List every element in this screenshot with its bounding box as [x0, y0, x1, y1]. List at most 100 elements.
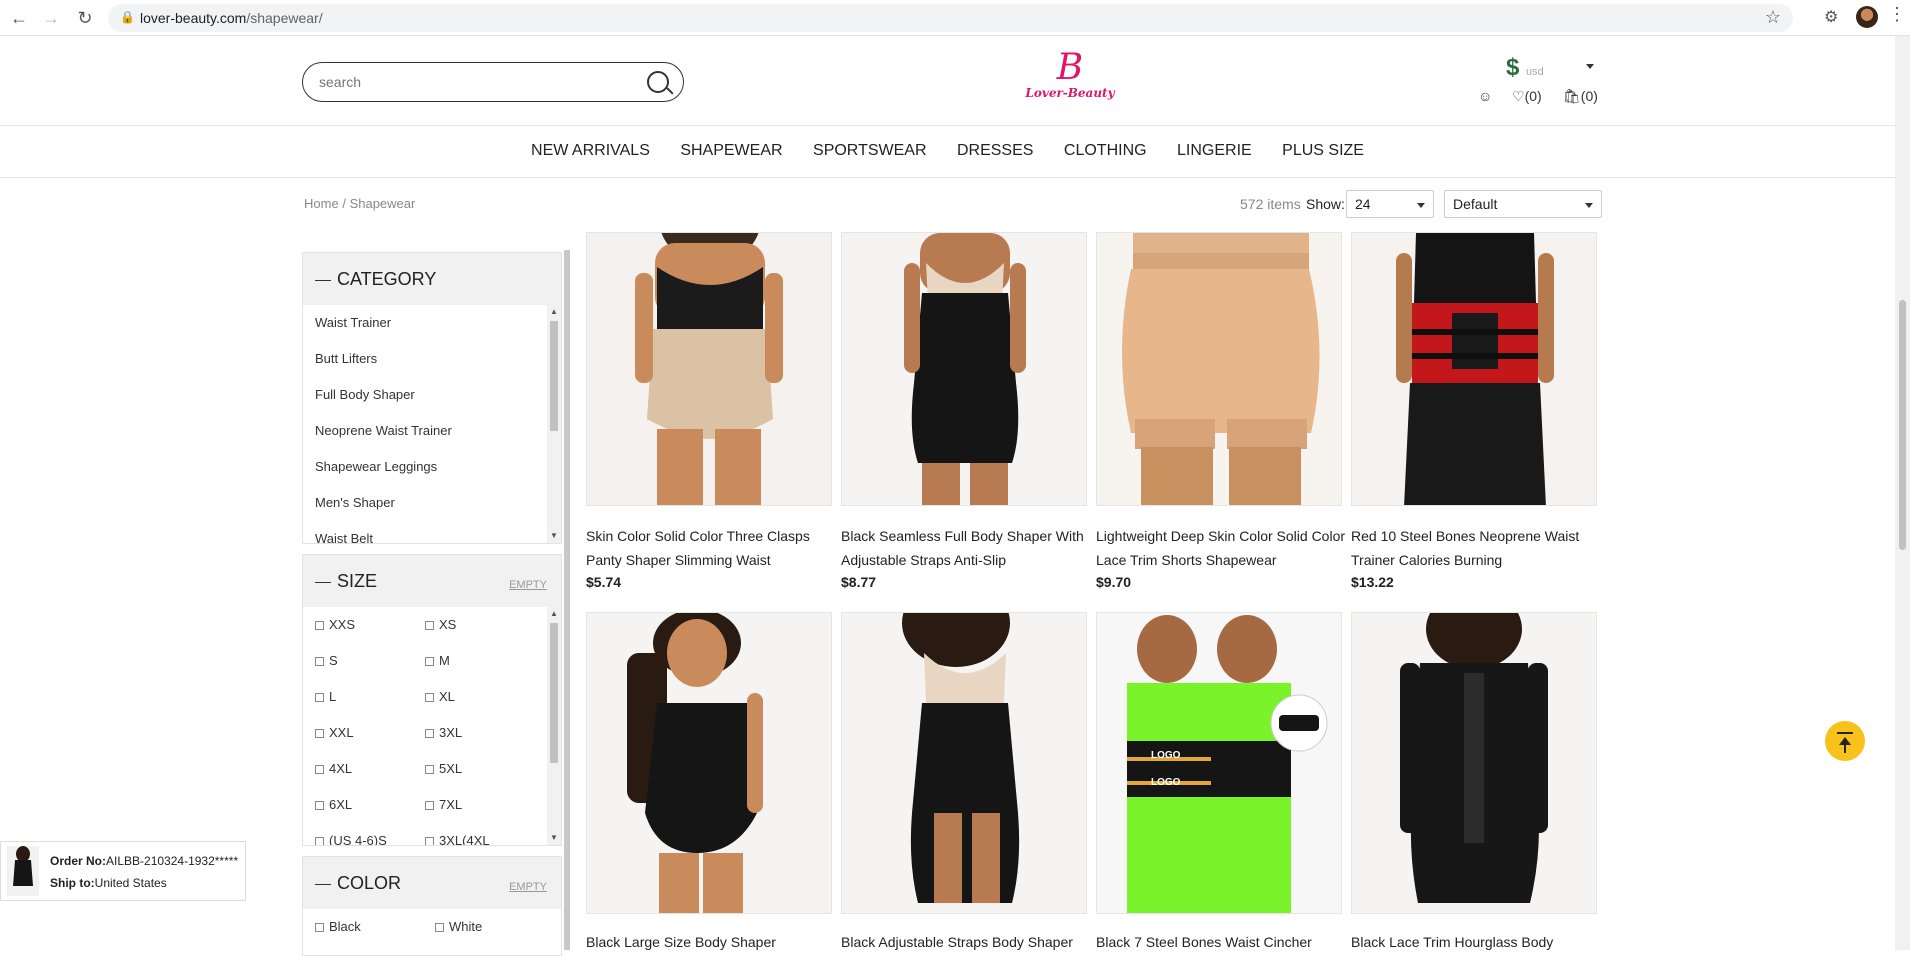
order-notification[interactable]: Order No:AILBB-210324-1932***** Ship to:…: [0, 841, 246, 901]
product-image[interactable]: [1096, 232, 1342, 506]
page-scrollbar-thumb[interactable]: [1899, 300, 1906, 550]
model-photo: [587, 613, 831, 913]
breadcrumb-home[interactable]: Home: [304, 196, 339, 211]
checkbox[interactable]: [435, 923, 444, 933]
product-image[interactable]: [586, 232, 832, 506]
search-box[interactable]: [302, 62, 684, 102]
category-item[interactable]: Neoprene Waist Trainer: [315, 423, 452, 438]
size-option[interactable]: XL: [425, 689, 455, 704]
category-item[interactable]: Waist Belt: [315, 531, 373, 543]
product-image[interactable]: [586, 612, 832, 914]
checkbox[interactable]: [425, 729, 434, 739]
color-option[interactable]: White: [435, 919, 482, 934]
scroll-up-icon[interactable]: ▲: [550, 307, 558, 316]
sidebar-scroll-thumb[interactable]: [564, 250, 570, 950]
scroll-down-icon[interactable]: ▼: [550, 833, 558, 842]
checkbox[interactable]: [315, 765, 324, 775]
product-image[interactable]: [841, 612, 1087, 914]
size-option[interactable]: S: [315, 653, 338, 668]
wishlist-button[interactable]: ♡(0): [1512, 88, 1542, 105]
site-logo[interactable]: B Lover-Beauty: [1020, 50, 1120, 106]
forward-arrow-icon[interactable]: →: [40, 7, 62, 29]
size-scrollbar[interactable]: ▲ ▼: [547, 607, 561, 845]
checkbox[interactable]: [425, 801, 434, 811]
size-scroll-thumb[interactable]: [550, 623, 558, 763]
size-option[interactable]: XXL: [315, 725, 354, 740]
product-image[interactable]: LOGO LOGO: [1096, 612, 1342, 914]
profile-avatar[interactable]: [1856, 6, 1878, 28]
scroll-up-icon[interactable]: ▲: [550, 609, 558, 618]
search-icon[interactable]: [647, 71, 669, 93]
checkbox[interactable]: [315, 923, 324, 933]
checkbox[interactable]: [425, 837, 434, 845]
size-option[interactable]: M: [425, 653, 450, 668]
chevron-down-icon[interactable]: [1586, 64, 1594, 69]
product-name[interactable]: Black Large Size Body Shaper: [586, 930, 836, 954]
checkbox[interactable]: [315, 729, 324, 739]
size-option[interactable]: (US 4-6)S: [315, 833, 387, 845]
checkbox[interactable]: [425, 693, 434, 703]
category-item[interactable]: Waist Trainer: [315, 315, 391, 330]
user-icon[interactable]: ☺: [1478, 88, 1492, 104]
category-header[interactable]: CATEGORY: [303, 253, 561, 305]
product-name[interactable]: Skin Color Solid Color Three Clasps Pant…: [586, 524, 836, 572]
size-option[interactable]: XXS: [315, 617, 355, 632]
reload-icon[interactable]: ↻: [74, 7, 96, 29]
address-bar[interactable]: 🔒 lover-beauty.com/shapewear/ ☆: [108, 4, 1793, 32]
size-option[interactable]: 5XL: [425, 761, 462, 776]
search-input[interactable]: [319, 72, 619, 92]
nav-dresses[interactable]: DRESSES: [957, 142, 1033, 160]
size-option[interactable]: 7XL: [425, 797, 462, 812]
checkbox[interactable]: [315, 693, 324, 703]
size-option[interactable]: 3XL: [425, 725, 462, 740]
product-name[interactable]: Black Adjustable Straps Body Shaper: [841, 930, 1091, 954]
product-name[interactable]: Black Seamless Full Body Shaper With Adj…: [841, 524, 1091, 572]
sort-value: Default: [1453, 196, 1498, 212]
size-option[interactable]: 4XL: [315, 761, 352, 776]
category-scroll-thumb[interactable]: [550, 321, 558, 431]
back-arrow-icon[interactable]: ←: [8, 7, 30, 29]
category-item[interactable]: Full Body Shaper: [315, 387, 415, 402]
product-image[interactable]: [841, 232, 1087, 506]
nav-sportswear[interactable]: SPORTSWEAR: [813, 142, 927, 160]
scroll-down-icon[interactable]: ▼: [550, 531, 558, 540]
checkbox[interactable]: [425, 621, 434, 631]
checkbox[interactable]: [315, 801, 324, 811]
bookmark-star-icon[interactable]: ☆: [1765, 7, 1781, 28]
extensions-icon[interactable]: ⚙: [1824, 7, 1838, 27]
color-option[interactable]: Black: [315, 919, 361, 934]
product-name[interactable]: Lightweight Deep Skin Color Solid Color …: [1096, 524, 1346, 572]
checkbox[interactable]: [315, 837, 324, 845]
checkbox[interactable]: [315, 621, 324, 631]
size-empty-link[interactable]: EMPTY: [509, 579, 547, 591]
category-item[interactable]: Men's Shaper: [315, 495, 395, 510]
size-option[interactable]: 6XL: [315, 797, 352, 812]
checkbox[interactable]: [425, 765, 434, 775]
nav-new-arrivals[interactable]: NEW ARRIVALS: [531, 142, 650, 160]
product-name[interactable]: Red 10 Steel Bones Neoprene Waist Traine…: [1351, 524, 1601, 572]
checkbox[interactable]: [425, 657, 434, 667]
size-option[interactable]: 3XL(4XL: [425, 833, 490, 845]
nav-shapewear[interactable]: SHAPEWEAR: [680, 142, 782, 160]
cart-button[interactable]: 🛍(0): [1563, 88, 1598, 105]
browser-menu-icon[interactable]: ⋮: [1888, 4, 1906, 25]
show-count-select[interactable]: 24: [1346, 190, 1434, 218]
category-scrollbar[interactable]: ▲ ▼: [547, 305, 561, 543]
back-to-top-button[interactable]: [1825, 721, 1865, 761]
nav-plus-size[interactable]: PLUS SIZE: [1282, 142, 1364, 160]
category-item[interactable]: Butt Lifters: [315, 351, 377, 366]
category-item[interactable]: Shapewear Leggings: [315, 459, 437, 474]
nav-clothing[interactable]: CLOTHING: [1064, 142, 1147, 160]
nav-lingerie[interactable]: LINGERIE: [1177, 142, 1252, 160]
sidebar-scrollbar[interactable]: [564, 250, 570, 950]
currency-selector[interactable]: $ usd: [1506, 54, 1544, 82]
product-image[interactable]: [1351, 232, 1597, 506]
color-empty-link[interactable]: EMPTY: [509, 881, 547, 893]
sort-select[interactable]: Default: [1444, 190, 1602, 218]
checkbox[interactable]: [315, 657, 324, 667]
size-option[interactable]: XS: [425, 617, 456, 632]
size-option[interactable]: L: [315, 689, 336, 704]
product-name[interactable]: Black Lace Trim Hourglass Body: [1351, 930, 1601, 954]
product-name[interactable]: Black 7 Steel Bones Waist Cincher: [1096, 930, 1346, 954]
product-image[interactable]: [1351, 612, 1597, 914]
